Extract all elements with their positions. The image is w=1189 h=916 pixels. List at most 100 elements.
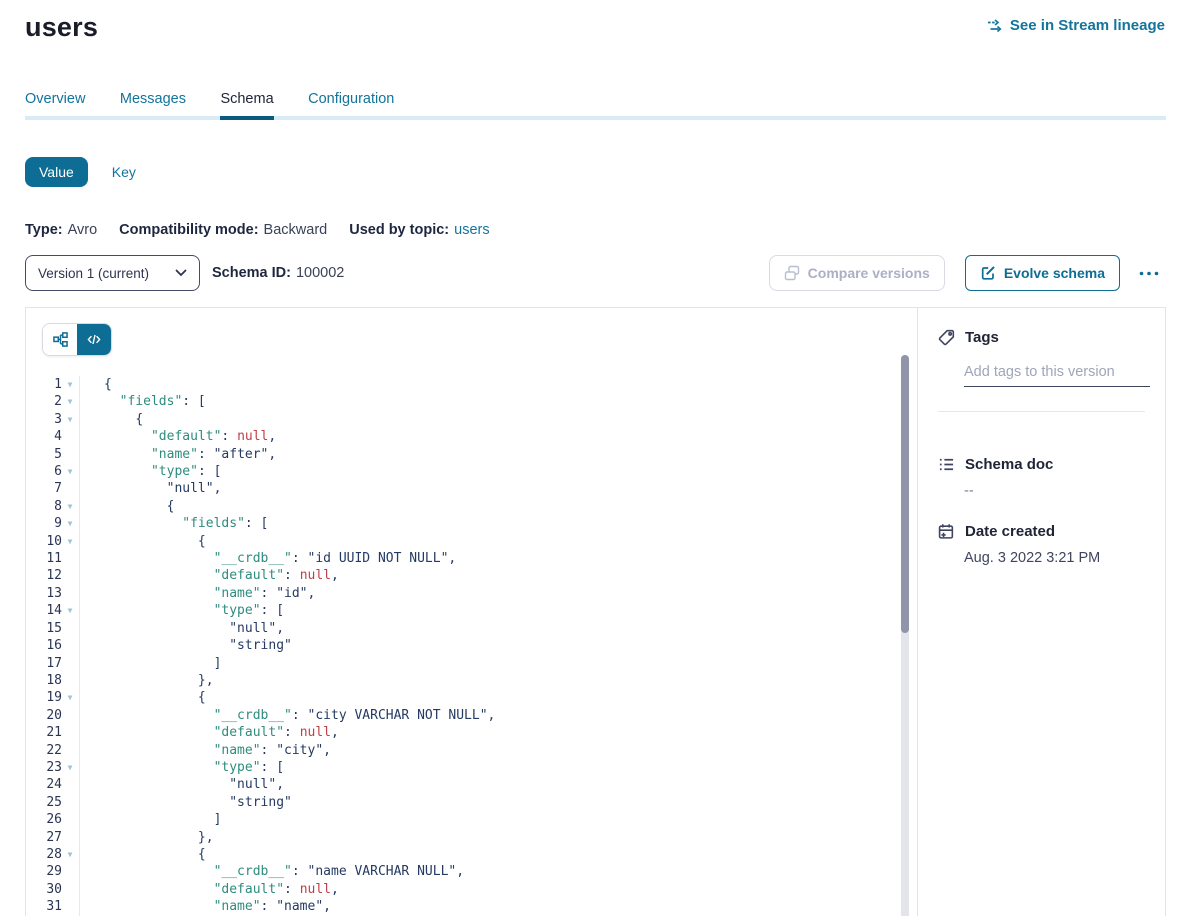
- tab-messages[interactable]: Messages: [120, 91, 186, 116]
- evolve-schema-button[interactable]: Evolve schema: [965, 255, 1120, 291]
- code-line: 28▼ {: [26, 846, 917, 863]
- code-line: 10▼ {: [26, 533, 917, 550]
- topic-label: Used by topic:: [349, 222, 449, 238]
- fold-toggle-icon[interactable]: ▼: [62, 498, 78, 515]
- line-number: 20: [26, 707, 62, 724]
- ellipsis-icon: [1136, 270, 1162, 277]
- edit-icon: [980, 265, 996, 281]
- code-line: 18▼ },: [26, 672, 917, 689]
- used-by-topic: Used by topic: users: [349, 222, 489, 238]
- code-line: 4▼ "default": null,: [26, 428, 917, 445]
- code-line: 8▼ {: [26, 498, 917, 515]
- sidebar-divider: [938, 411, 1145, 412]
- line-number: 6: [26, 463, 62, 480]
- fold-toggle-icon[interactable]: ▼: [62, 759, 78, 776]
- fold-toggle-icon[interactable]: ▼: [62, 689, 78, 706]
- topbar: users See in Stream lineage: [0, 0, 1189, 43]
- tags-section-header: Tags: [938, 329, 1145, 346]
- line-number: 30: [26, 881, 62, 898]
- code-line: 26▼ ]: [26, 811, 917, 828]
- date-created-header: Date created: [938, 523, 1145, 540]
- schema-type: Type:Avro: [25, 222, 97, 238]
- fold-toggle-icon[interactable]: ▼: [62, 411, 78, 428]
- schema-id-label: Schema ID:: [212, 265, 291, 281]
- code-line: 20▼ "__crdb__": "city VARCHAR NOT NULL",: [26, 707, 917, 724]
- calendar-plus-icon: [938, 523, 955, 540]
- value-toggle-button[interactable]: Value: [25, 157, 88, 187]
- fold-toggle-icon[interactable]: ▼: [62, 393, 78, 410]
- fold-toggle-icon[interactable]: ▼: [62, 376, 78, 393]
- fold-toggle-icon[interactable]: ▼: [62, 533, 78, 550]
- fold-toggle-icon[interactable]: ▼: [62, 515, 78, 532]
- compare-versions-label: Compare versions: [808, 265, 930, 281]
- schema-editor: 1▼{2▼ "fields": [3▼ {4▼ "default": null,…: [26, 308, 917, 916]
- line-number: 2: [26, 393, 62, 410]
- fold-toggle-icon[interactable]: ▼: [62, 463, 78, 480]
- line-number: 5: [26, 446, 62, 463]
- line-number: 31: [26, 898, 62, 915]
- code-view-icon: [87, 333, 101, 346]
- version-select-value: Version 1 (current): [38, 266, 149, 281]
- more-options-button[interactable]: [1132, 266, 1166, 281]
- date-created-title: Date created: [965, 523, 1055, 540]
- code-line: 19▼ {: [26, 689, 917, 706]
- code-lines: 1▼{2▼ "fields": [3▼ {4▼ "default": null,…: [26, 376, 917, 916]
- fold-toggle-icon[interactable]: ▼: [62, 602, 78, 619]
- stream-lineage-link[interactable]: See in Stream lineage: [986, 17, 1165, 34]
- topic-link[interactable]: users: [454, 222, 489, 238]
- tab-configuration[interactable]: Configuration: [308, 91, 394, 116]
- code-line: 25▼ "string": [26, 794, 917, 811]
- fold-toggle-icon[interactable]: ▼: [62, 846, 78, 863]
- code-line: 9▼ "fields": [: [26, 515, 917, 532]
- code-line: 16▼ "string": [26, 637, 917, 654]
- editor-scrollbar[interactable]: [901, 355, 909, 916]
- tab-schema[interactable]: Schema: [220, 91, 273, 120]
- add-tags-input[interactable]: [964, 362, 1150, 387]
- code-view-button[interactable]: [77, 324, 111, 355]
- line-number: 24: [26, 776, 62, 793]
- line-number: 4: [26, 428, 62, 445]
- code-line: 17▼ ]: [26, 655, 917, 672]
- compare-versions-button[interactable]: Compare versions: [769, 255, 945, 291]
- version-select[interactable]: Version 1 (current): [25, 255, 200, 291]
- schema-doc-header: Schema doc: [938, 456, 1145, 473]
- schema-content: Value Key Type:Avro Compatibility mode:B…: [0, 157, 1189, 916]
- code-line: 7▼ "null",: [26, 480, 917, 497]
- evolve-schema-label: Evolve schema: [1004, 265, 1105, 281]
- code-line: 13▼ "name": "id",: [26, 585, 917, 602]
- line-number: 3: [26, 411, 62, 428]
- type-value: Avro: [68, 222, 98, 238]
- key-toggle-button[interactable]: Key: [112, 164, 136, 180]
- line-number: 16: [26, 637, 62, 654]
- compatibility-label: Compatibility mode:: [119, 222, 258, 238]
- code-line: 6▼ "type": [: [26, 463, 917, 480]
- schema-panel: 1▼{2▼ "fields": [3▼ {4▼ "default": null,…: [25, 307, 1166, 916]
- line-number: 29: [26, 863, 62, 880]
- date-created-value: Aug. 3 2022 3:21 PM: [964, 550, 1145, 566]
- code-line: 1▼{: [26, 376, 917, 393]
- tab-overview[interactable]: Overview: [25, 91, 85, 116]
- line-number: 11: [26, 550, 62, 567]
- code-line: 15▼ "null",: [26, 620, 917, 637]
- code-line: 30▼ "default": null,: [26, 881, 917, 898]
- line-number: 8: [26, 498, 62, 515]
- stream-lineage-icon: [986, 18, 1003, 34]
- line-number: 28: [26, 846, 62, 863]
- schema-doc-section: Schema doc --: [938, 456, 1145, 499]
- code-line: 31▼ "name": "name",: [26, 898, 917, 915]
- compatibility-mode: Compatibility mode:Backward: [119, 222, 327, 238]
- view-toggle: [42, 323, 112, 356]
- code-line: 21▼ "default": null,: [26, 724, 917, 741]
- tree-view-button[interactable]: [43, 324, 77, 355]
- list-icon: [938, 456, 955, 473]
- line-number: 27: [26, 829, 62, 846]
- page-title: users: [25, 12, 98, 43]
- code-line: 27▼ },: [26, 829, 917, 846]
- tag-icon: [938, 329, 955, 346]
- tree-view-icon: [53, 332, 68, 347]
- line-number: 19: [26, 689, 62, 706]
- scrollbar-thumb[interactable]: [901, 355, 909, 633]
- code-line: 22▼ "name": "city",: [26, 742, 917, 759]
- schema-page: users See in Stream lineage Overview Mes…: [0, 0, 1189, 916]
- schema-meta-row: Type:Avro Compatibility mode:Backward Us…: [25, 222, 1166, 238]
